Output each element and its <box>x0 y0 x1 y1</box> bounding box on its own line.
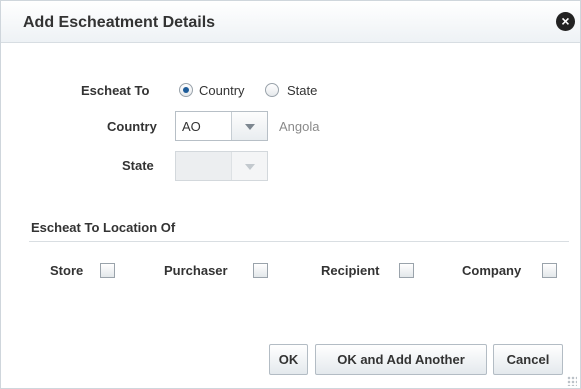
chevron-down-icon[interactable] <box>231 112 267 140</box>
chevron-down-icon <box>231 152 267 180</box>
store-label: Store <box>50 263 84 278</box>
section-divider <box>29 241 569 242</box>
dialog-title: Add Escheatment Details <box>23 14 216 31</box>
cancel-button[interactable]: Cancel <box>493 344 563 375</box>
ok-add-another-button[interactable]: OK and Add Another <box>315 344 487 375</box>
purchaser-label: Purchaser <box>164 263 228 278</box>
store-checkbox[interactable] <box>100 263 115 278</box>
radio-state-label[interactable]: State <box>287 83 317 98</box>
resize-grip-icon[interactable] <box>567 376 577 386</box>
country-select[interactable]: AO <box>175 111 268 141</box>
radio-country[interactable] <box>179 83 193 97</box>
dialog-header: Add Escheatment Details × <box>1 1 580 43</box>
location-section-title: Escheat To Location Of <box>31 220 176 235</box>
ok-button[interactable]: OK <box>269 344 308 375</box>
purchaser-checkbox[interactable] <box>253 263 268 278</box>
country-label: Country <box>107 119 157 134</box>
country-description: Angola <box>279 119 320 134</box>
state-label: State <box>122 158 154 173</box>
state-value <box>176 152 231 180</box>
company-label: Company <box>462 263 522 278</box>
radio-state[interactable] <box>265 83 279 97</box>
country-value: AO <box>182 119 201 134</box>
state-select <box>175 151 268 181</box>
recipient-checkbox[interactable] <box>399 263 414 278</box>
close-icon[interactable]: × <box>556 12 575 31</box>
recipient-label: Recipient <box>321 263 380 278</box>
add-escheatment-dialog: Add Escheatment Details × Escheat To Cou… <box>0 0 581 389</box>
radio-country-label[interactable]: Country <box>199 83 245 98</box>
escheat-to-label: Escheat To <box>81 83 150 98</box>
company-checkbox[interactable] <box>542 263 557 278</box>
